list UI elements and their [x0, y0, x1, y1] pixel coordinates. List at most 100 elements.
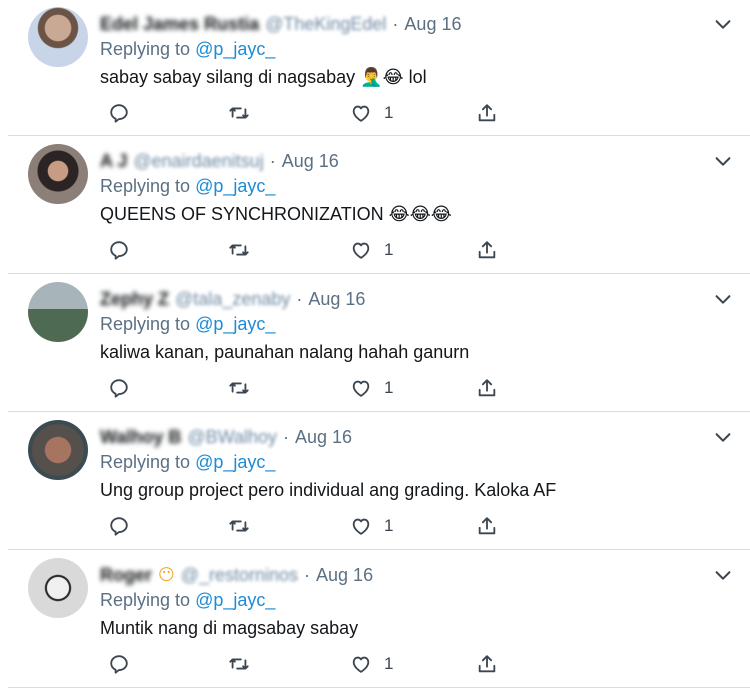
reply-icon — [110, 517, 128, 536]
replies-timeline: Edel James Rustia @TheKingEdel · Aug 16 … — [0, 0, 750, 695]
share-button[interactable] — [476, 376, 498, 400]
reply-tweet[interactable]: Edel James Rustia @TheKingEdel · Aug 16 … — [8, 0, 750, 136]
display-name[interactable]: Zephy Z — [100, 289, 169, 310]
avatar[interactable] — [28, 7, 88, 67]
like-button[interactable]: 1 — [350, 514, 393, 538]
like-icon — [352, 656, 370, 673]
retweet-button[interactable] — [228, 238, 250, 262]
display-name[interactable]: Walhoy B — [100, 427, 181, 448]
like-icon — [352, 380, 370, 397]
separator-dot: · — [304, 564, 311, 585]
like-icon — [352, 242, 370, 259]
tweet-date[interactable]: Aug 16 — [316, 565, 373, 586]
replying-prefix: Replying to — [100, 590, 196, 610]
share-icon — [478, 379, 496, 397]
user-handle[interactable]: @BWalhoy — [187, 427, 277, 448]
reply-tweet[interactable]: Roger 😶 @_restorninos · Aug 16 Replying … — [8, 550, 750, 688]
reply-button[interactable] — [108, 101, 130, 125]
like-button[interactable]: 1 — [350, 652, 393, 676]
separator-dot: · — [296, 288, 303, 309]
share-icon — [478, 241, 496, 259]
reply-tweet[interactable]: A J @enairdaenitsuj · Aug 16 Replying to… — [8, 136, 750, 274]
reply-icon — [110, 241, 128, 260]
share-button[interactable] — [476, 514, 498, 538]
user-handle[interactable]: @_restorninos — [181, 565, 298, 586]
like-count: 1 — [384, 516, 394, 535]
tweet-date[interactable]: Aug 16 — [282, 151, 339, 172]
tweet-header: Edel James Rustia @TheKingEdel · Aug 16 — [100, 13, 461, 35]
retweet-button[interactable] — [228, 101, 250, 125]
avatar[interactable] — [28, 282, 88, 342]
mention-link[interactable]: @p_jayc_ — [195, 176, 275, 196]
share-icon — [478, 655, 496, 673]
share-icon — [478, 517, 496, 535]
reply-button[interactable] — [108, 238, 130, 262]
reply-icon — [110, 655, 128, 674]
tweet-header: Roger 😶 @_restorninos · Aug 16 — [100, 564, 373, 586]
display-name[interactable]: A J — [100, 151, 127, 172]
like-button[interactable]: 1 — [350, 238, 393, 262]
share-button[interactable] — [476, 101, 498, 125]
like-icon — [352, 105, 370, 122]
mention-link[interactable]: @p_jayc_ — [195, 39, 275, 59]
display-name[interactable]: Edel James Rustia — [100, 14, 259, 35]
replying-to-line: Replying to @p_jayc_ — [100, 314, 275, 335]
mention-link[interactable]: @p_jayc_ — [195, 314, 275, 334]
mention-link[interactable]: @p_jayc_ — [195, 452, 275, 472]
avatar[interactable] — [28, 420, 88, 480]
like-count: 1 — [384, 240, 394, 259]
tweet-header: A J @enairdaenitsuj · Aug 16 — [100, 150, 339, 172]
replying-prefix: Replying to — [100, 314, 196, 334]
reply-button[interactable] — [108, 652, 130, 676]
chevron-down-icon[interactable] — [712, 564, 734, 586]
user-handle[interactable]: @enairdaenitsuj — [133, 151, 263, 172]
retweet-button[interactable] — [228, 652, 250, 676]
tweet-actions: 1 — [100, 101, 520, 125]
like-count: 1 — [384, 103, 394, 122]
replying-prefix: Replying to — [100, 39, 196, 59]
retweet-icon — [229, 107, 249, 119]
tweet-header: Walhoy B @BWalhoy · Aug 16 — [100, 426, 352, 448]
retweet-button[interactable] — [228, 514, 250, 538]
mention-link[interactable]: @p_jayc_ — [195, 590, 275, 610]
user-handle[interactable]: @tala_zenaby — [175, 289, 290, 310]
chevron-down-icon[interactable] — [712, 288, 734, 310]
share-button[interactable] — [476, 652, 498, 676]
tweet-text: QUEENS OF SYNCHRONIZATION 😂😂😂 — [100, 204, 452, 224]
reply-tweet[interactable]: Zephy Z @tala_zenaby · Aug 16 Replying t… — [8, 274, 750, 412]
tweet-date[interactable]: Aug 16 — [295, 427, 352, 448]
tweet-text: Ung group project pero individual ang gr… — [100, 480, 557, 500]
tweet-text: Muntik nang di magsabay sabay — [100, 618, 359, 638]
like-button[interactable]: 1 — [350, 101, 393, 125]
replying-to-line: Replying to @p_jayc_ — [100, 452, 275, 473]
tweet-header: Zephy Z @tala_zenaby · Aug 16 — [100, 288, 365, 310]
display-name[interactable]: Roger — [100, 565, 152, 586]
tweet-date[interactable]: Aug 16 — [308, 289, 365, 310]
chevron-down-icon[interactable] — [712, 150, 734, 172]
retweet-icon — [229, 244, 249, 256]
tweet-date[interactable]: Aug 16 — [404, 14, 461, 35]
separator-dot: · — [269, 150, 276, 171]
user-handle[interactable]: @TheKingEdel — [265, 14, 386, 35]
chevron-down-icon[interactable] — [712, 13, 734, 35]
tweet-text: kaliwa kanan, paunahan nalang hahah ganu… — [100, 342, 470, 362]
like-count: 1 — [384, 654, 394, 673]
retweet-icon — [229, 382, 249, 394]
reply-tweet[interactable]: Walhoy B @BWalhoy · Aug 16 Replying to @… — [8, 412, 750, 550]
avatar[interactable] — [28, 558, 88, 618]
like-button[interactable]: 1 — [350, 376, 393, 400]
tweet-text: sabay sabay silang di nagsabay 🤦‍♂️😂 lol — [100, 67, 427, 87]
avatar[interactable] — [28, 144, 88, 204]
share-button[interactable] — [476, 238, 498, 262]
replying-to-line: Replying to @p_jayc_ — [100, 39, 275, 60]
retweet-button[interactable] — [228, 376, 250, 400]
tweet-actions: 1 — [100, 514, 520, 538]
reply-button[interactable] — [108, 376, 130, 400]
reply-icon — [110, 104, 128, 123]
name-emoji: 😶 — [158, 567, 175, 584]
chevron-down-icon[interactable] — [712, 426, 734, 448]
tweet-actions: 1 — [100, 238, 520, 262]
reply-button[interactable] — [108, 514, 130, 538]
replying-prefix: Replying to — [100, 452, 196, 472]
tweet-actions: 1 — [100, 376, 520, 400]
